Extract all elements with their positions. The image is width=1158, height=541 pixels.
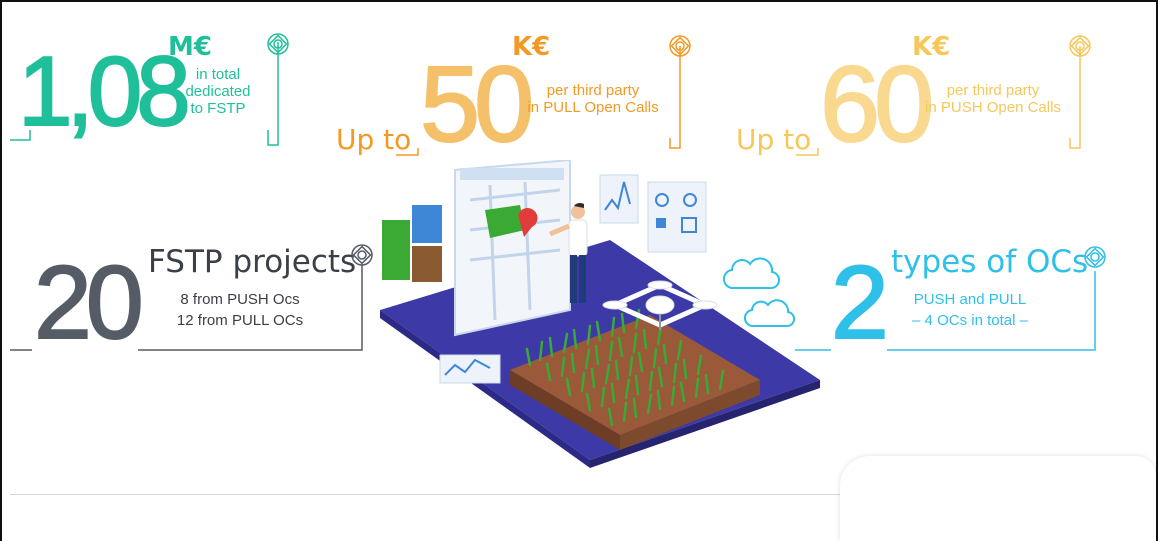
stat-push-funding: Up to 60 K€ per third party in PUSH Open… xyxy=(730,20,1110,160)
divider-line xyxy=(10,494,860,495)
stat-push-prefix: Up to xyxy=(736,123,812,156)
stat-types-line1: PUSH and PULL xyxy=(913,291,1027,308)
infographic: 1,08 M€ in total dedicated to FSTP Up to… xyxy=(0,0,1158,541)
stat-total-unit: M€ xyxy=(168,32,212,62)
frame-border-top xyxy=(0,0,1158,2)
stat-fstp-projects: 20 FSTP projects 8 from PUSH Ocs 12 from… xyxy=(10,235,380,360)
stat-types-desc: PUSH and PULL – 4 OCs in total – xyxy=(895,291,1045,329)
stat-pull-unit: K€ xyxy=(512,32,551,62)
ringed-knot-logo-icon xyxy=(669,35,691,57)
stat-push-line1: per third party xyxy=(946,82,1040,99)
stat-projects-line2: 12 from PULL OCs xyxy=(176,312,304,329)
stat-types-line2: – 4 OCs in total – xyxy=(912,312,1028,329)
widget-tile-brown xyxy=(412,246,442,282)
stat-total-line3: to FSTP xyxy=(190,100,246,117)
widget-tile-green xyxy=(382,220,410,280)
stat-total-desc: in total dedicated to FSTP xyxy=(168,66,268,117)
frame-border-left xyxy=(0,0,2,541)
stat-projects-desc: 8 from PUSH Ocs 12 from PULL OCs xyxy=(160,291,320,329)
stat-pull-prefix: Up to xyxy=(336,123,412,156)
stat-pull-number: 50 xyxy=(419,43,535,164)
floating-chart-card xyxy=(599,174,639,224)
floating-bottom-card xyxy=(439,354,501,384)
ringed-knot-logo-icon xyxy=(267,33,289,55)
ringed-knot-logo-icon xyxy=(1084,246,1106,268)
stat-push-desc: per third party in PUSH Open Calls xyxy=(916,82,1070,116)
smart-farming-illustration xyxy=(380,160,820,468)
stat-total-line2: dedicated xyxy=(185,83,251,100)
stat-pull-line2: in PULL Open Calls xyxy=(527,99,659,116)
dashboard-screen xyxy=(454,160,571,337)
stat-total-line1: in total xyxy=(195,66,241,83)
corner-blob xyxy=(840,456,1156,541)
stat-pull-line1: per third party xyxy=(546,82,640,99)
stat-pull-desc: per third party in PULL Open Calls xyxy=(516,82,670,116)
stat-projects-title: FSTP projects xyxy=(148,244,357,280)
stat-oc-types: 2 types of OCs PUSH and PULL – 4 OCs in … xyxy=(795,235,1115,360)
stat-pull-funding: Up to 50 K€ per third party in PULL Open… xyxy=(330,20,710,160)
cloud-icon xyxy=(723,257,781,290)
stat-total-number: 1,08 xyxy=(17,36,192,146)
ringed-knot-logo-icon xyxy=(1069,35,1091,57)
cloud-icon xyxy=(743,299,796,328)
stat-types-title: types of OCs xyxy=(891,244,1089,280)
stat-projects-line1: 8 from PUSH Ocs xyxy=(180,291,300,308)
stat-push-line2: in PUSH Open Calls xyxy=(925,99,1061,116)
widget-tile-blue xyxy=(412,205,442,243)
screen-header xyxy=(460,168,564,180)
stat-total-budget: 1,08 M€ in total dedicated to FSTP xyxy=(10,20,310,150)
stat-projects-number: 20 xyxy=(33,245,145,361)
floating-stats-card xyxy=(647,181,707,253)
stat-push-unit: K€ xyxy=(912,32,951,62)
stat-push-number: 60 xyxy=(819,43,935,164)
